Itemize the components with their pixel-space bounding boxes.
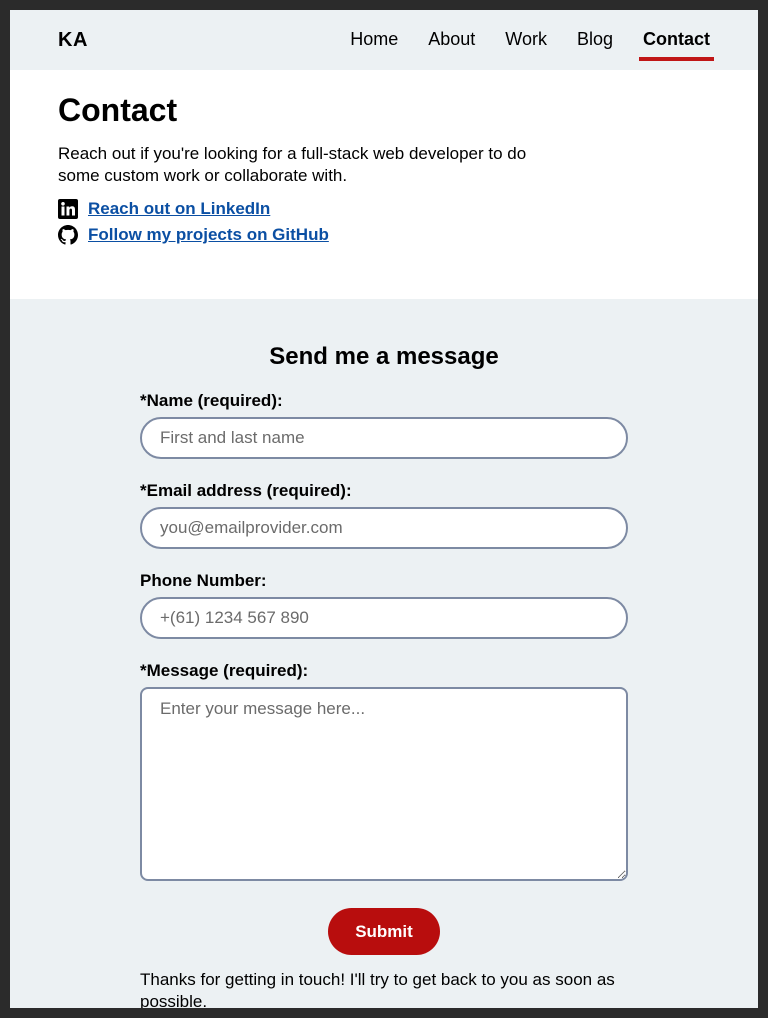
nav-about[interactable]: About	[428, 29, 475, 52]
page-title: Contact	[58, 92, 178, 128]
contact-form-section: Send me a message *Name (required): *Ema…	[10, 299, 758, 1008]
contact-form: Send me a message *Name (required): *Ema…	[140, 343, 628, 1008]
message-textarea[interactable]	[140, 687, 628, 881]
message-label: *Message (required):	[140, 661, 309, 680]
github-link-row: Follow my projects on GitHub	[58, 225, 710, 245]
phone-label: Phone Number:	[140, 571, 267, 590]
linkedin-icon	[58, 199, 78, 219]
nav-blog[interactable]: Blog	[577, 29, 613, 52]
thanks-message: Thanks for getting in touch! I'll try to…	[140, 970, 615, 1008]
submit-button[interactable]: Submit	[328, 908, 440, 955]
nav-home[interactable]: Home	[350, 29, 398, 52]
site-logo[interactable]: KA	[58, 29, 88, 52]
nav-work[interactable]: Work	[505, 29, 547, 52]
email-label: *Email address (required):	[140, 481, 352, 500]
main-nav: Home About Work Blog Contact	[320, 29, 714, 61]
github-link[interactable]: Follow my projects on GitHub	[88, 225, 329, 245]
email-input[interactable]	[140, 507, 628, 549]
phone-input[interactable]	[140, 597, 628, 639]
site-header: KA Home About Work Blog Contact	[10, 10, 758, 70]
linkedin-link-row: Reach out on LinkedIn	[58, 199, 710, 219]
form-title: Send me a message	[269, 343, 499, 370]
nav-contact[interactable]: Contact	[639, 29, 714, 61]
linkedin-link[interactable]: Reach out on LinkedIn	[88, 199, 270, 219]
submit-row: Submit	[140, 908, 628, 955]
github-icon	[58, 225, 78, 245]
page: KA Home About Work Blog Contact Contact …	[10, 10, 758, 1008]
contact-intro: Contact Reach out if you're looking for …	[10, 70, 758, 299]
intro-text: Reach out if you're looking for a full-s…	[58, 144, 527, 185]
name-input[interactable]	[140, 417, 628, 459]
name-label: *Name (required):	[140, 391, 283, 410]
